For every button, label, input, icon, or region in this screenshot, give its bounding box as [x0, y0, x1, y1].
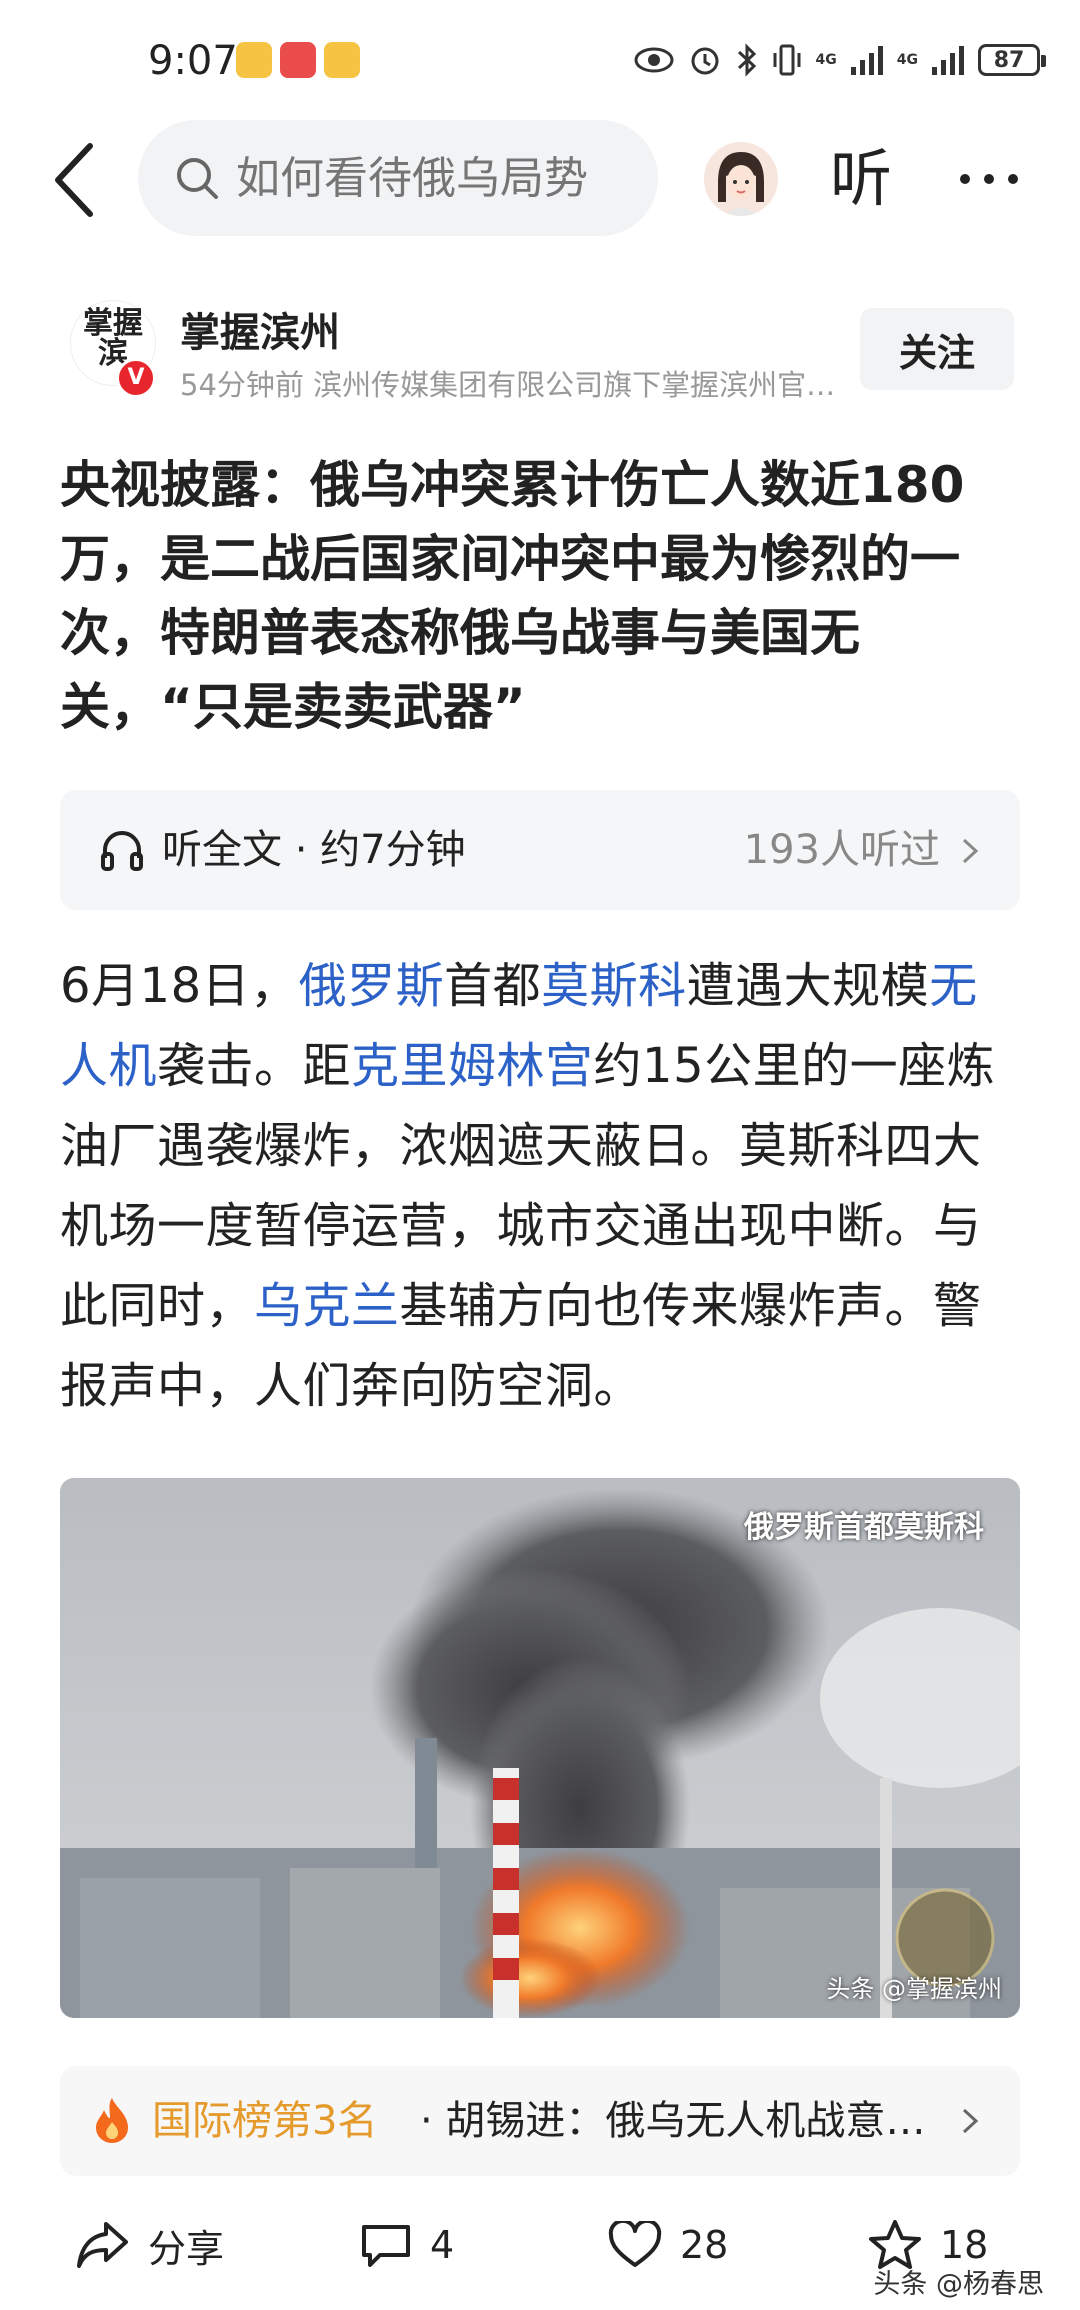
screenshot-watermark: 头条 @杨春思 [873, 2269, 1044, 2300]
author-name[interactable]: 掌握滨州 [180, 300, 340, 358]
topic-link-kremlin[interactable]: 克里姆林宫 [351, 1038, 594, 1094]
chevron-right-icon [962, 838, 979, 864]
search-box[interactable] [138, 120, 658, 236]
weibo-icon [324, 42, 360, 78]
weibo-icon [236, 42, 272, 78]
signal-icon [850, 46, 883, 75]
like-count: 28 [680, 2223, 729, 2267]
more-icon[interactable] [958, 172, 1020, 186]
fire-icon [96, 2098, 128, 2143]
body-text: 首都 [444, 958, 542, 1014]
favorite-count: 18 [940, 2223, 989, 2267]
share-label: 分享 [148, 2226, 225, 2271]
huawei-icon [280, 42, 316, 78]
article-body: 6月18日，俄罗斯首都莫斯科遭遇大规模无人机袭击。距克里姆林宫约15公里的一座炼… [60, 946, 1026, 1426]
network-label: 4G [815, 52, 837, 68]
share-button[interactable]: 分享 [76, 2200, 224, 2290]
listen-full-article-bar[interactable]: 听全文 · 约7分钟 193人听过 [60, 790, 1020, 910]
listen-button[interactable]: 听 [830, 142, 892, 216]
image-watermark: 头条 @掌握滨州 [826, 1975, 1002, 2003]
author-meta: 54分钟前 滨州传媒集团有限公司旗下掌握滨州官方账号 [180, 368, 840, 402]
listen-full-label: 听全文 · 约7分钟 [162, 827, 466, 873]
listen-count: 193人听过 [743, 827, 940, 873]
explosion-photo [60, 1478, 1020, 2018]
rank-label: 国际榜第3名 [152, 2098, 378, 2144]
topic-link-russia[interactable]: 俄罗斯 [299, 958, 445, 1014]
comment-button[interactable]: 4 [360, 2200, 454, 2290]
body-text: 遭遇大规模 [686, 958, 930, 1014]
status-icons: 4G 4G 87 [634, 40, 1046, 80]
status-bar: 9:07 4G 4G 87 [0, 0, 1080, 120]
topic-link-moscow[interactable]: 莫斯科 [541, 958, 687, 1014]
vibrate-icon [773, 44, 801, 76]
status-time: 9:07 [148, 38, 238, 84]
search-input[interactable] [236, 152, 616, 204]
like-button[interactable]: 28 [608, 2200, 728, 2290]
avatar[interactable] [704, 142, 778, 216]
eye-icon [634, 47, 674, 73]
back-arrow-icon[interactable] [50, 140, 100, 220]
share-icon [77, 2222, 128, 2268]
alarm-icon [691, 47, 719, 75]
comment-icon [362, 2225, 410, 2267]
network-label: 4G [896, 52, 918, 68]
body-text: 6月18日， [60, 958, 299, 1014]
chevron-right-icon [962, 2108, 979, 2134]
comment-count: 4 [430, 2223, 455, 2267]
verified-badge: V [116, 358, 156, 398]
heart-icon [608, 2221, 662, 2267]
bluetooth-icon [737, 43, 756, 77]
article-headline: 央视披露：俄乌冲突累计伤亡人数近180万，是二战后国家间冲突中最为惨烈的一次，特… [60, 456, 965, 736]
battery-indicator: 87 [978, 44, 1046, 76]
search-icon [177, 158, 218, 199]
rank-title: · 胡锡进：俄乌无人机战意味着什么 [420, 2098, 940, 2144]
signal-icon [932, 46, 964, 75]
body-text: 袭击。距 [157, 1038, 352, 1094]
follow-button[interactable]: 关注 [860, 308, 1014, 390]
image-caption: 俄罗斯首都莫斯科 [744, 1510, 984, 1545]
headphones-icon [101, 831, 143, 871]
hot-rank-bar[interactable]: 国际榜第3名 · 胡锡进：俄乌无人机战意味着什么 [60, 2066, 1020, 2176]
article-image[interactable]: 俄罗斯首都莫斯科 头条 @掌握滨州 [60, 1478, 1020, 2018]
topic-link-ukraine[interactable]: 乌克兰 [254, 1278, 400, 1334]
